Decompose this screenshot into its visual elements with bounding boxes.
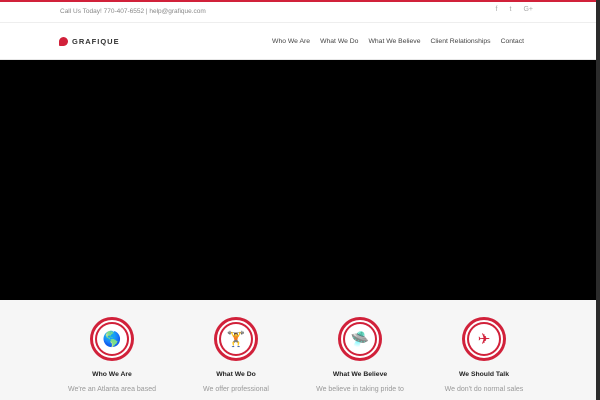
header: GRAFIQUE Who We Are What We Do What We B… — [0, 23, 596, 60]
feature-title: What We Do — [216, 371, 256, 378]
feature-title: We Should Talk — [459, 371, 509, 378]
logo-text: GRAFIQUE — [72, 37, 120, 46]
feature-we-should-talk: ✈ We Should Talk We don't do normal sale… — [422, 317, 546, 395]
social-links: f t G+ — [496, 6, 533, 13]
contact-info: Call Us Today! 770-407-6552 | help@grafi… — [60, 8, 206, 15]
nav-what-we-believe[interactable]: What We Believe — [368, 38, 420, 45]
feature-text: We don't do normal sales — [444, 386, 524, 393]
feature-who-we-are: 🌎 Who We Are We're an Atlanta area based — [50, 317, 174, 395]
logo[interactable]: GRAFIQUE — [59, 37, 120, 46]
hero-video[interactable] — [0, 60, 596, 300]
feature-what-we-believe: 🛸 What We Believe We believe in taking p… — [298, 317, 422, 395]
features: 🌎 Who We Are We're an Atlanta area based… — [0, 300, 596, 395]
feature-title: Who We Are — [92, 371, 132, 378]
feature-what-we-do: 🏋 What We Do We offer professional — [174, 317, 298, 395]
nav-who-we-are[interactable]: Who We Are — [272, 38, 310, 45]
google-plus-icon[interactable]: G+ — [523, 6, 533, 13]
scrollbar[interactable] — [596, 0, 600, 400]
globe-icon: 🌎 — [97, 324, 127, 354]
feature-text: We're an Atlanta area based — [68, 386, 156, 393]
top-bar: Call Us Today! 770-407-6552 | help@grafi… — [0, 0, 596, 23]
nav-client-relationships[interactable]: Client Relationships — [430, 38, 490, 45]
page: Call Us Today! 770-407-6552 | help@grafi… — [0, 0, 596, 400]
paper-plane-icon: ✈ — [469, 324, 499, 354]
facebook-icon[interactable]: f — [496, 6, 498, 13]
feature-title: What We Believe — [332, 371, 388, 378]
logo-icon — [59, 37, 68, 46]
dumbbell-icon: 🏋 — [221, 324, 251, 354]
feature-text: We believe in taking pride to — [316, 386, 404, 393]
feature-text: We offer professional — [203, 386, 269, 393]
ufo-icon: 🛸 — [345, 324, 375, 354]
twitter-icon[interactable]: t — [510, 6, 512, 13]
main-nav: Who We Are What We Do What We Believe Cl… — [272, 38, 524, 45]
nav-contact[interactable]: Contact — [501, 38, 524, 45]
nav-what-we-do[interactable]: What We Do — [320, 38, 358, 45]
